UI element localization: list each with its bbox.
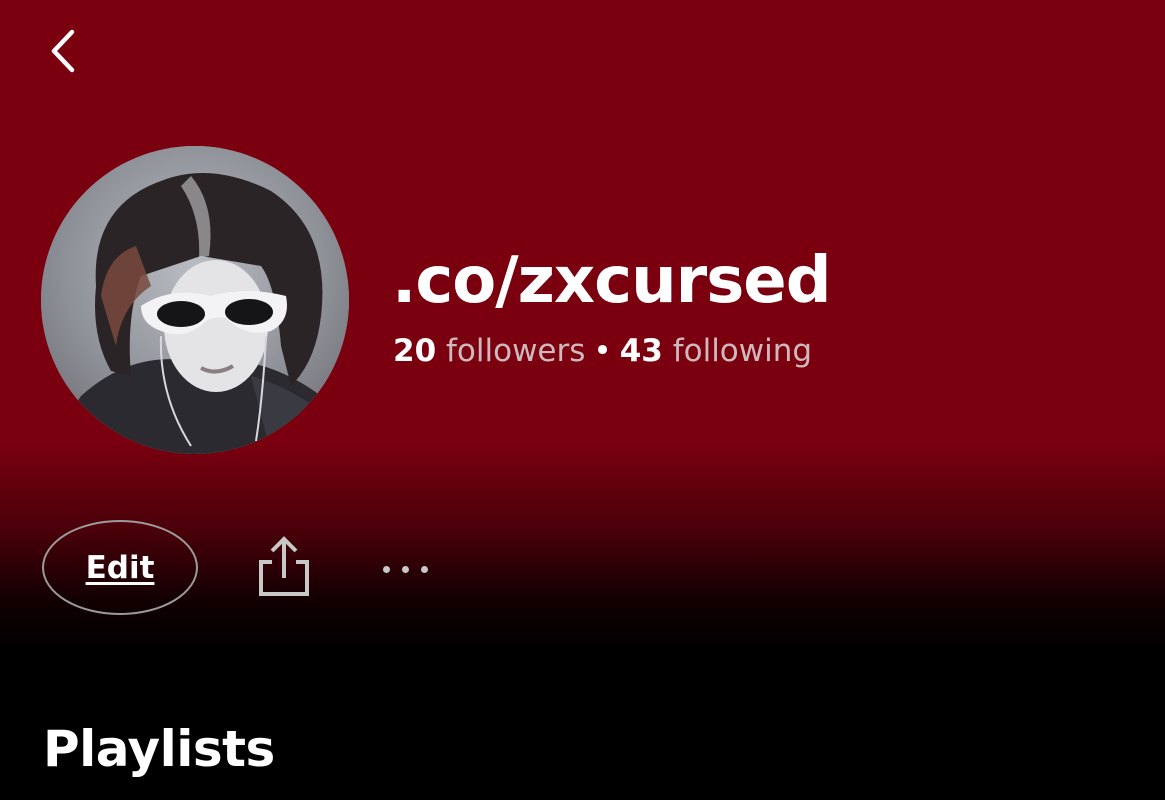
edit-button[interactable]: Edit — [42, 520, 198, 615]
share-button[interactable] — [252, 534, 316, 602]
back-button[interactable] — [38, 24, 88, 78]
playlists-heading: Playlists — [43, 720, 275, 778]
avatar — [41, 146, 349, 454]
more-dot-icon — [401, 565, 409, 573]
profile-avatar-image — [41, 146, 349, 454]
more-dot-icon — [382, 565, 390, 573]
followers-label[interactable]: followers — [446, 333, 585, 369]
edit-button-label: Edit — [85, 549, 155, 586]
followers-count[interactable]: 20 — [393, 333, 436, 369]
stats-separator: • — [593, 333, 612, 369]
more-dot-icon — [420, 565, 428, 573]
profile-stats: 20 followers • 43 following — [393, 330, 812, 372]
profile-page: .co/zxcursed 20 followers • 43 following E… — [0, 0, 1165, 800]
more-options-button[interactable] — [370, 550, 440, 588]
share-icon — [259, 536, 309, 596]
following-count[interactable]: 43 — [620, 333, 663, 369]
profile-name: .co/zxcursed — [392, 244, 831, 318]
following-label[interactable]: following — [673, 333, 812, 369]
chevron-left-icon — [51, 29, 75, 73]
